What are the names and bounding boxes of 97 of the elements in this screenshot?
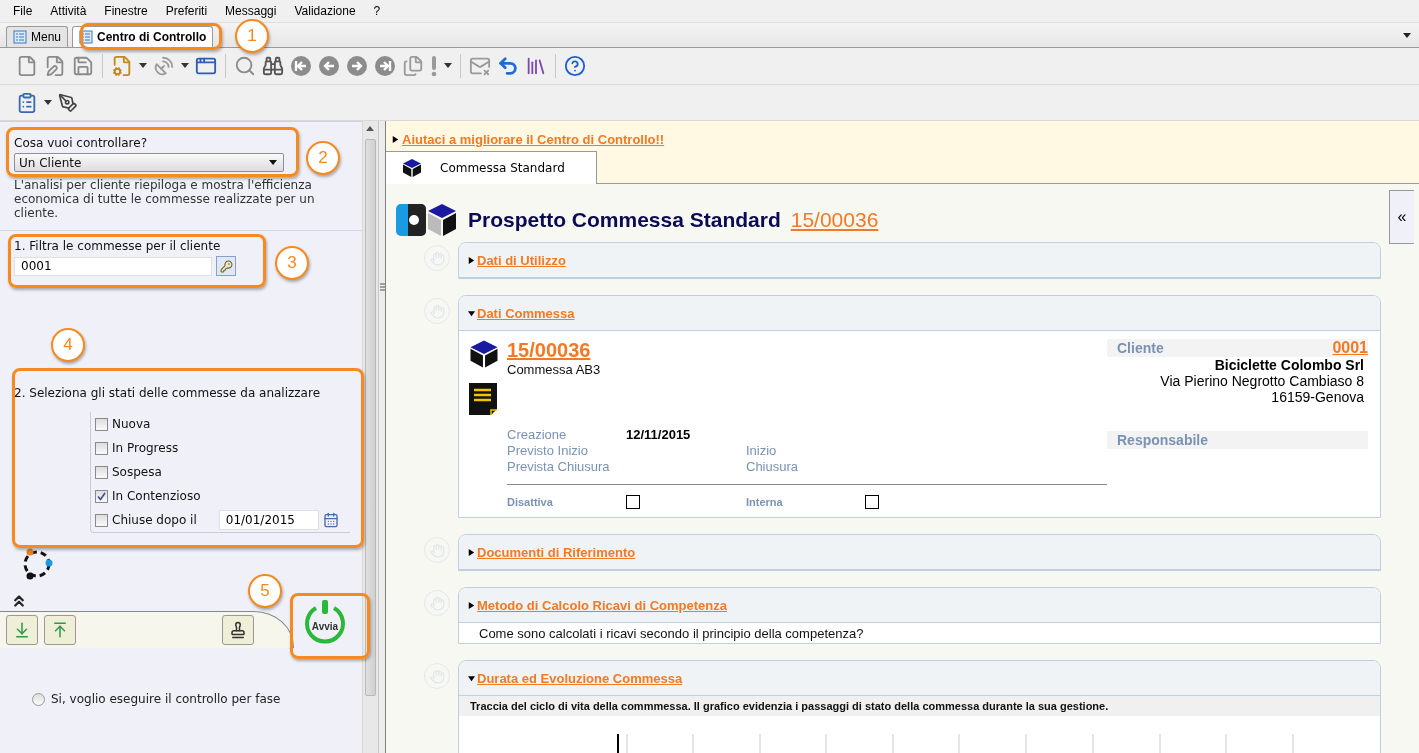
- document-gear-icon[interactable]: [111, 55, 133, 77]
- next-record-icon[interactable]: [346, 55, 368, 77]
- field-label: 2. Seleziona gli stati delle commesse da analizzare: [14, 386, 322, 400]
- folder-up-button[interactable]: [44, 615, 76, 645]
- new-file-icon[interactable]: [16, 55, 38, 77]
- collapse-button[interactable]: «: [1389, 190, 1414, 244]
- help-icon[interactable]: [564, 55, 586, 77]
- binoculars-icon[interactable]: [262, 55, 284, 77]
- expand-triangle-icon[interactable]: [468, 547, 475, 557]
- mail-cancel-icon[interactable]: [469, 55, 491, 77]
- tab[interactable]: Commessa Standard: [386, 151, 597, 184]
- expand-triangle-icon[interactable]: [468, 255, 475, 265]
- client-address: 16159-Genova: [1271, 389, 1365, 405]
- arrow-up-icon: [51, 621, 69, 639]
- dropdown-caret-icon[interactable]: [1403, 33, 1411, 39]
- caret-icon: [269, 159, 277, 166]
- edit-file-icon[interactable]: [44, 55, 66, 77]
- flag-label: Disattiva: [507, 496, 554, 508]
- app-logo: [396, 202, 458, 238]
- subject-dropdown[interactable]: Un Cliente: [14, 153, 284, 172]
- page-title: Prospetto Commessa Standard: [468, 208, 781, 232]
- date-input-field[interactable]: 01/01/2015: [218, 510, 319, 530]
- clipboard-icon[interactable]: [16, 91, 38, 114]
- pen-icon[interactable]: [58, 92, 78, 113]
- date-label: Inizio: [746, 443, 778, 459]
- scrollbar[interactable]: [362, 121, 378, 753]
- collapse-triangle-icon[interactable]: [468, 673, 475, 683]
- note-icon: [469, 383, 497, 415]
- caret-icon[interactable]: [181, 63, 189, 69]
- checkbox-label: Nuova: [112, 417, 151, 431]
- menu-item[interactable]: Attività: [41, 4, 96, 18]
- client-input-field[interactable]: 0001: [14, 256, 212, 276]
- scroll-up-arrow-icon[interactable]: [366, 125, 374, 131]
- checkbox-label: In Contenzioso: [112, 489, 201, 503]
- phase-radio[interactable]: Si, voglio eseguire il controllo per fase: [32, 692, 362, 706]
- cube-icon: [402, 158, 422, 178]
- expand-triangle-icon[interactable]: [468, 600, 475, 610]
- start-button[interactable]: Avvia: [298, 594, 352, 648]
- checkbox[interactable]: [865, 495, 879, 509]
- menu-item[interactable]: Validazione: [285, 4, 365, 18]
- first-record-icon[interactable]: [290, 55, 312, 77]
- arrow-down-icon: [13, 621, 31, 639]
- date-value: 12/11/2015: [626, 427, 692, 443]
- date-label: Prevista Chiusura: [507, 459, 611, 475]
- undo-icon[interactable]: [497, 55, 519, 77]
- search-icon[interactable]: [234, 55, 256, 77]
- menu-item[interactable]: File: [4, 4, 42, 18]
- menu-item[interactable]: Messaggi: [216, 4, 286, 18]
- checkbox[interactable]: [95, 417, 108, 431]
- checkbox[interactable]: [95, 441, 108, 455]
- last-record-icon[interactable]: [374, 55, 396, 77]
- expand-triangle-icon: [392, 135, 399, 144]
- menu-item[interactable]: Preferiti: [156, 4, 217, 18]
- menu-item[interactable]: ?: [364, 4, 390, 18]
- splitter[interactable]: [378, 121, 386, 753]
- lookup-button[interactable]: [216, 256, 236, 276]
- satellite-dish-icon[interactable]: [153, 55, 175, 77]
- description-text: L'analisi per cliente riepiloga e mostra l'efficienza economica di tutte le commesse realizzate per un cliente.: [14, 178, 316, 220]
- client-address: Via Pierino Negrotto Cambiaso 8: [1160, 373, 1365, 389]
- checkbox[interactable]: [95, 489, 108, 503]
- checkbox-label: In Progress: [112, 441, 179, 455]
- client-name: Biciclette Colombo Srl: [1214, 357, 1365, 373]
- cube-icon: [469, 339, 499, 369]
- checkbox[interactable]: [95, 465, 108, 479]
- date-label: Creazione: [507, 427, 568, 443]
- section-note: Traccia del ciclo di vita della commmessa. Il grafico evidenzia i passaggi di stato della commessa durante la sua gestione.: [459, 696, 1380, 716]
- section-note: Come sono calcolati i ricavi secondo il principio della competenza?: [478, 624, 865, 643]
- exclamation-icon[interactable]: [430, 55, 438, 77]
- stamp-icon: [229, 621, 247, 639]
- stamp-button[interactable]: [222, 615, 254, 645]
- copy-icon[interactable]: [402, 55, 424, 77]
- field-label: 1. Filtra le commesse per il cliente: [14, 239, 222, 253]
- power-ring-icon: [302, 598, 348, 646]
- flag-label: Interna: [746, 496, 784, 508]
- checkbox-label: Sospesa: [112, 465, 162, 479]
- menu-item[interactable]: Finestre: [95, 4, 157, 18]
- caret-icon[interactable]: [44, 99, 52, 106]
- menu-icon: [13, 30, 27, 44]
- save-icon[interactable]: [72, 55, 94, 77]
- manager-label: Responsabile: [1117, 432, 1209, 448]
- collapse-triangle-icon[interactable]: [468, 308, 475, 318]
- date-label: Previsto Inizio: [507, 443, 589, 459]
- calendar-icon[interactable]: [322, 512, 339, 528]
- checkbox-label: Chiuse dopo il: [112, 513, 197, 527]
- tab[interactable]: Centro di Controllo: [72, 26, 214, 47]
- field-label: Cosa vuoi controllare?: [14, 136, 149, 150]
- order-name: Commessa AB3: [507, 362, 601, 377]
- checkbox[interactable]: [95, 513, 108, 527]
- client-label: Cliente: [1117, 340, 1164, 356]
- folder-down-button[interactable]: [6, 615, 38, 645]
- previous-record-icon[interactable]: [318, 55, 340, 77]
- checkbox[interactable]: [626, 495, 640, 509]
- grip-icon: [379, 283, 385, 291]
- date-label: Chiusura: [746, 459, 800, 475]
- caret-icon[interactable]: [444, 63, 452, 69]
- caret-icon[interactable]: [139, 63, 147, 69]
- tab[interactable]: Menu: [6, 26, 69, 47]
